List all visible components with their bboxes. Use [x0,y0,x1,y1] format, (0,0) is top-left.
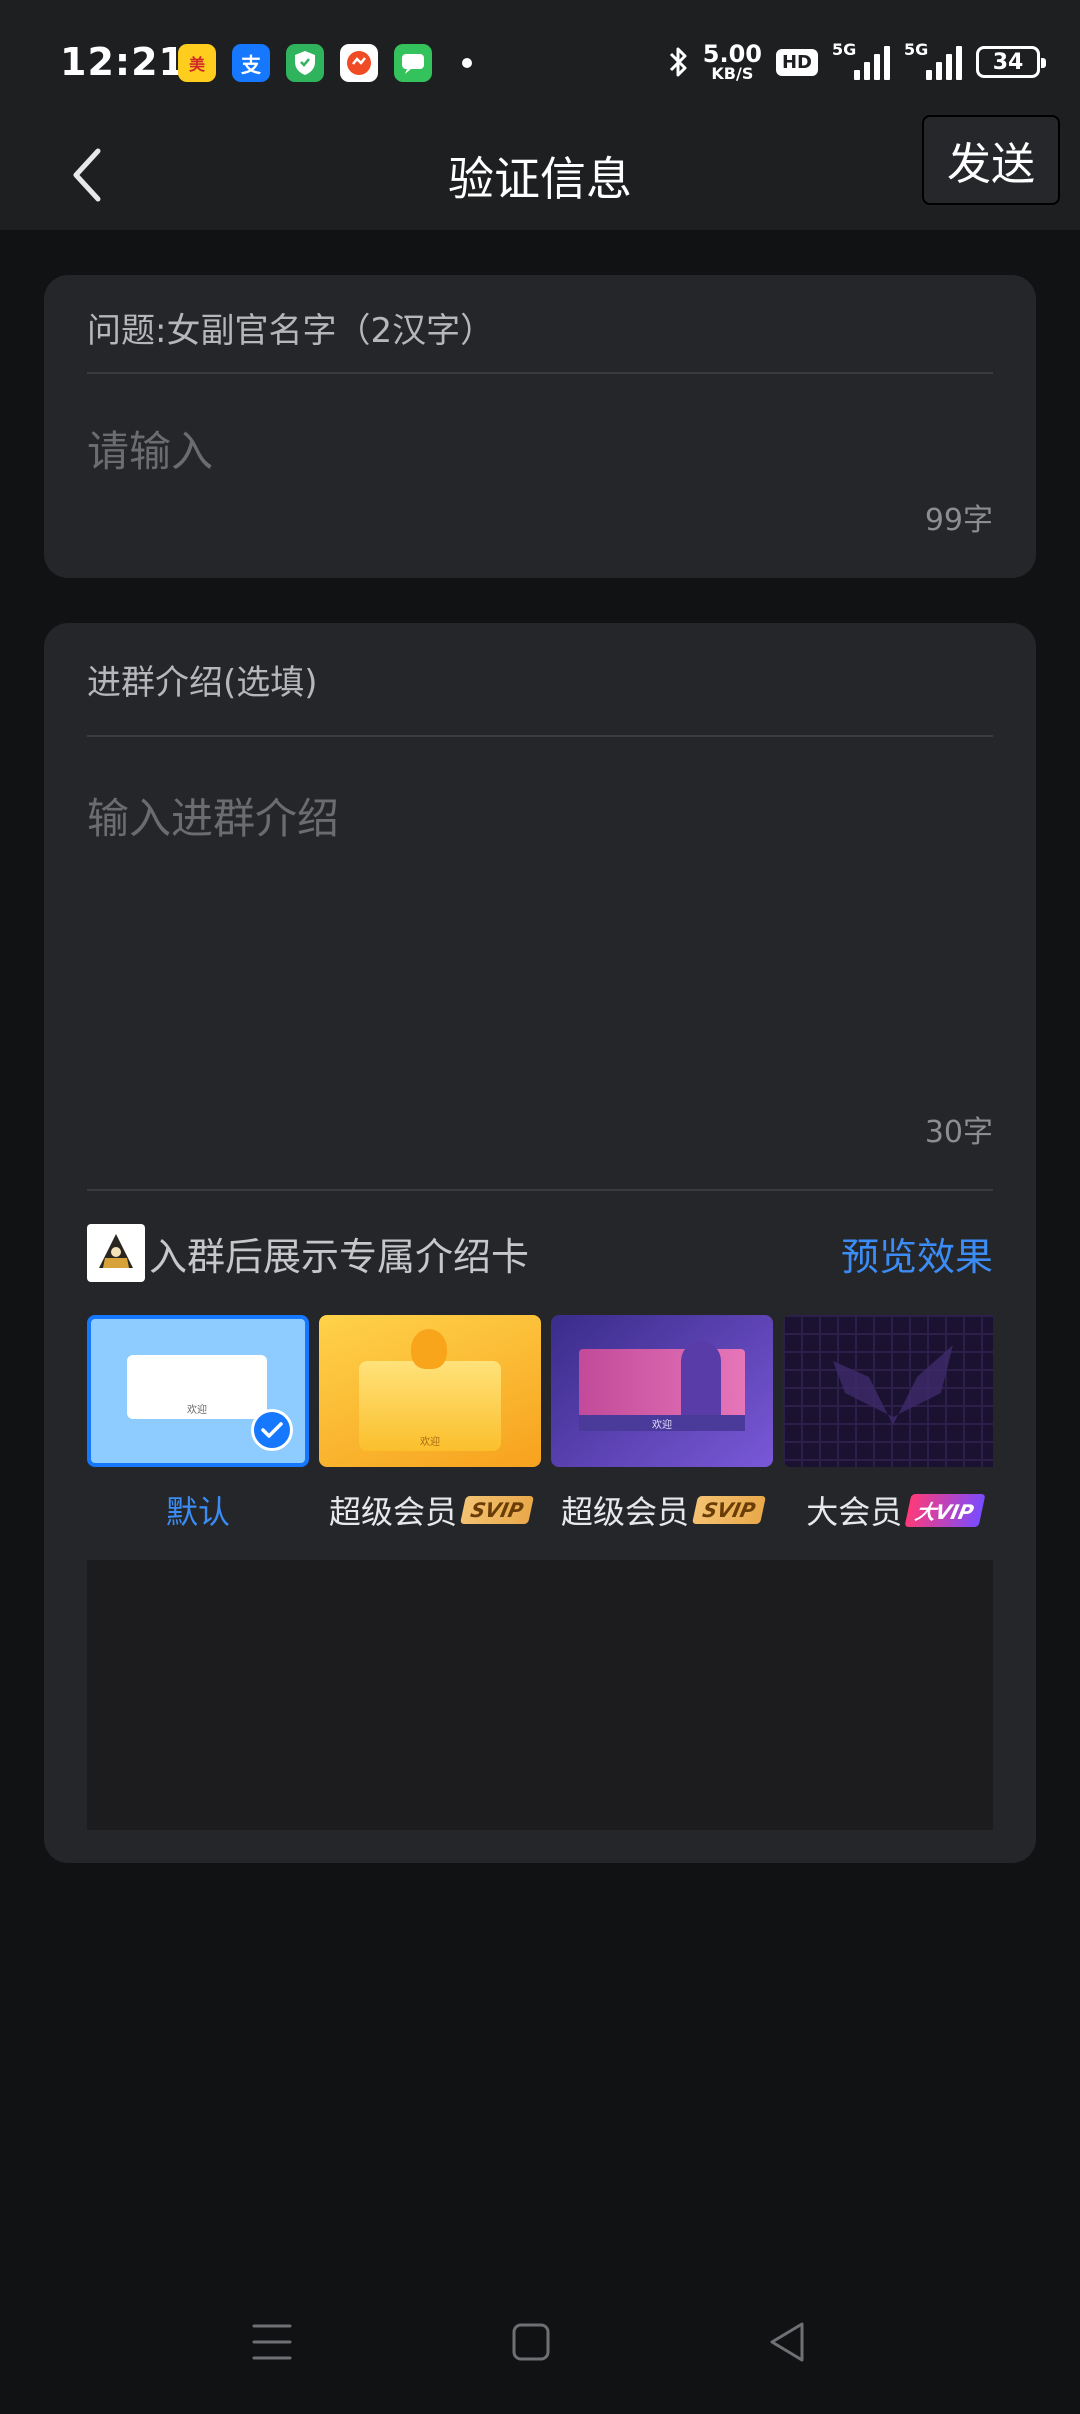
group-avatar [87,1224,145,1282]
divider [87,1189,993,1191]
thumb-welcome-text: 欢迎 [420,1437,440,1448]
signal-strength-icon: 5G [832,40,890,80]
svip-purple-card-thumb[interactable]: 欢迎 [551,1315,773,1467]
security-app-icon [286,44,324,82]
divider [87,372,993,374]
option-label: 超级会员 SVIP [561,1487,766,1533]
intro-card-text: 入群后展示专属介绍卡 [149,1234,530,1279]
signal-strength-icon-2: 5G [904,40,962,80]
intro-label: 进群介绍(选填) [87,663,318,703]
option-label: 默认 [165,1493,230,1531]
preview-effect-link[interactable]: 预览效果 [841,1226,993,1281]
back-nav-icon[interactable] [768,2320,808,2364]
divider [87,735,993,737]
home-icon[interactable] [511,2320,551,2364]
alipay-app-icon: 支 [232,44,270,82]
intro-textarea[interactable] [87,785,993,1205]
intro-card-row: 入群后展示专属介绍卡 预览效果 [87,1223,993,1283]
intro-card-option-svip-purple[interactable]: 欢迎 超级会员 SVIP [551,1315,773,1533]
intro-char-counter: 30字 [924,1115,993,1150]
hd-voice-badge: HD [775,48,818,76]
page-title: 验证信息 [448,152,632,206]
question-card: 问题:女副官名字（2汉字） 99字 [44,275,1036,578]
intro-card-preview [87,1560,993,1830]
svip-badge: SVIP [460,1496,534,1524]
send-button[interactable]: 发送 [922,115,1060,205]
status-time: 12:21 [60,40,186,84]
svip-badge: SVIP [692,1496,766,1524]
default-card-thumb[interactable]: 欢迎 [87,1315,309,1467]
nav-bar: 验证信息 发送 [0,115,1080,230]
bluetooth-icon [669,47,687,77]
more-notifications-dot [462,58,472,68]
intro-card-option-svip-gold[interactable]: 欢迎 超级会员 SVIP [319,1315,541,1533]
intro-card: 进群介绍(选填) 30字 入群后展示专属介绍卡 预览效果 欢迎 [44,623,1036,1863]
shopping-app-icon [340,44,378,82]
intro-card-options[interactable]: 欢迎 默认 欢迎 超级会员 SVIP 欢迎 超级会员 SVIP 大会员 大VIP [87,1315,993,1555]
intro-card-option-default[interactable]: 欢迎 默认 [87,1315,309,1533]
big-vip-badge: 大VIP [904,1493,986,1527]
notification-icons: 美 支 [178,44,472,82]
svip-gold-card-thumb[interactable]: 欢迎 [319,1315,541,1467]
thumb-welcome-text: 欢迎 [652,1420,672,1431]
menu-icon[interactable] [252,2320,292,2364]
network-speed: 5.00 KB/S [702,40,762,83]
answer-char-counter: 99字 [924,503,993,538]
thumb-welcome-text: 欢迎 [187,1405,207,1416]
battery-icon: 34 [976,46,1046,78]
status-indicators: 5.00 KB/S HD 5G 5G 34 [667,40,1046,84]
status-bar: 12:21 美 支 5.00 KB/S HD 5G 5G 34 [0,0,1080,115]
message-app-icon [394,44,432,82]
big-vip-card-thumb[interactable] [783,1315,993,1467]
check-icon [251,1409,293,1451]
intro-card-option-big-vip[interactable]: 大会员 大VIP [783,1315,993,1533]
answer-input[interactable] [87,421,993,481]
question-label: 问题:女副官名字（2汉字） [87,311,495,351]
option-label: 超级会员 SVIP [329,1487,534,1533]
meituan-app-icon: 美 [178,44,216,82]
system-nav-bar [0,2300,1080,2390]
option-label: 大会员 大VIP [806,1487,986,1533]
